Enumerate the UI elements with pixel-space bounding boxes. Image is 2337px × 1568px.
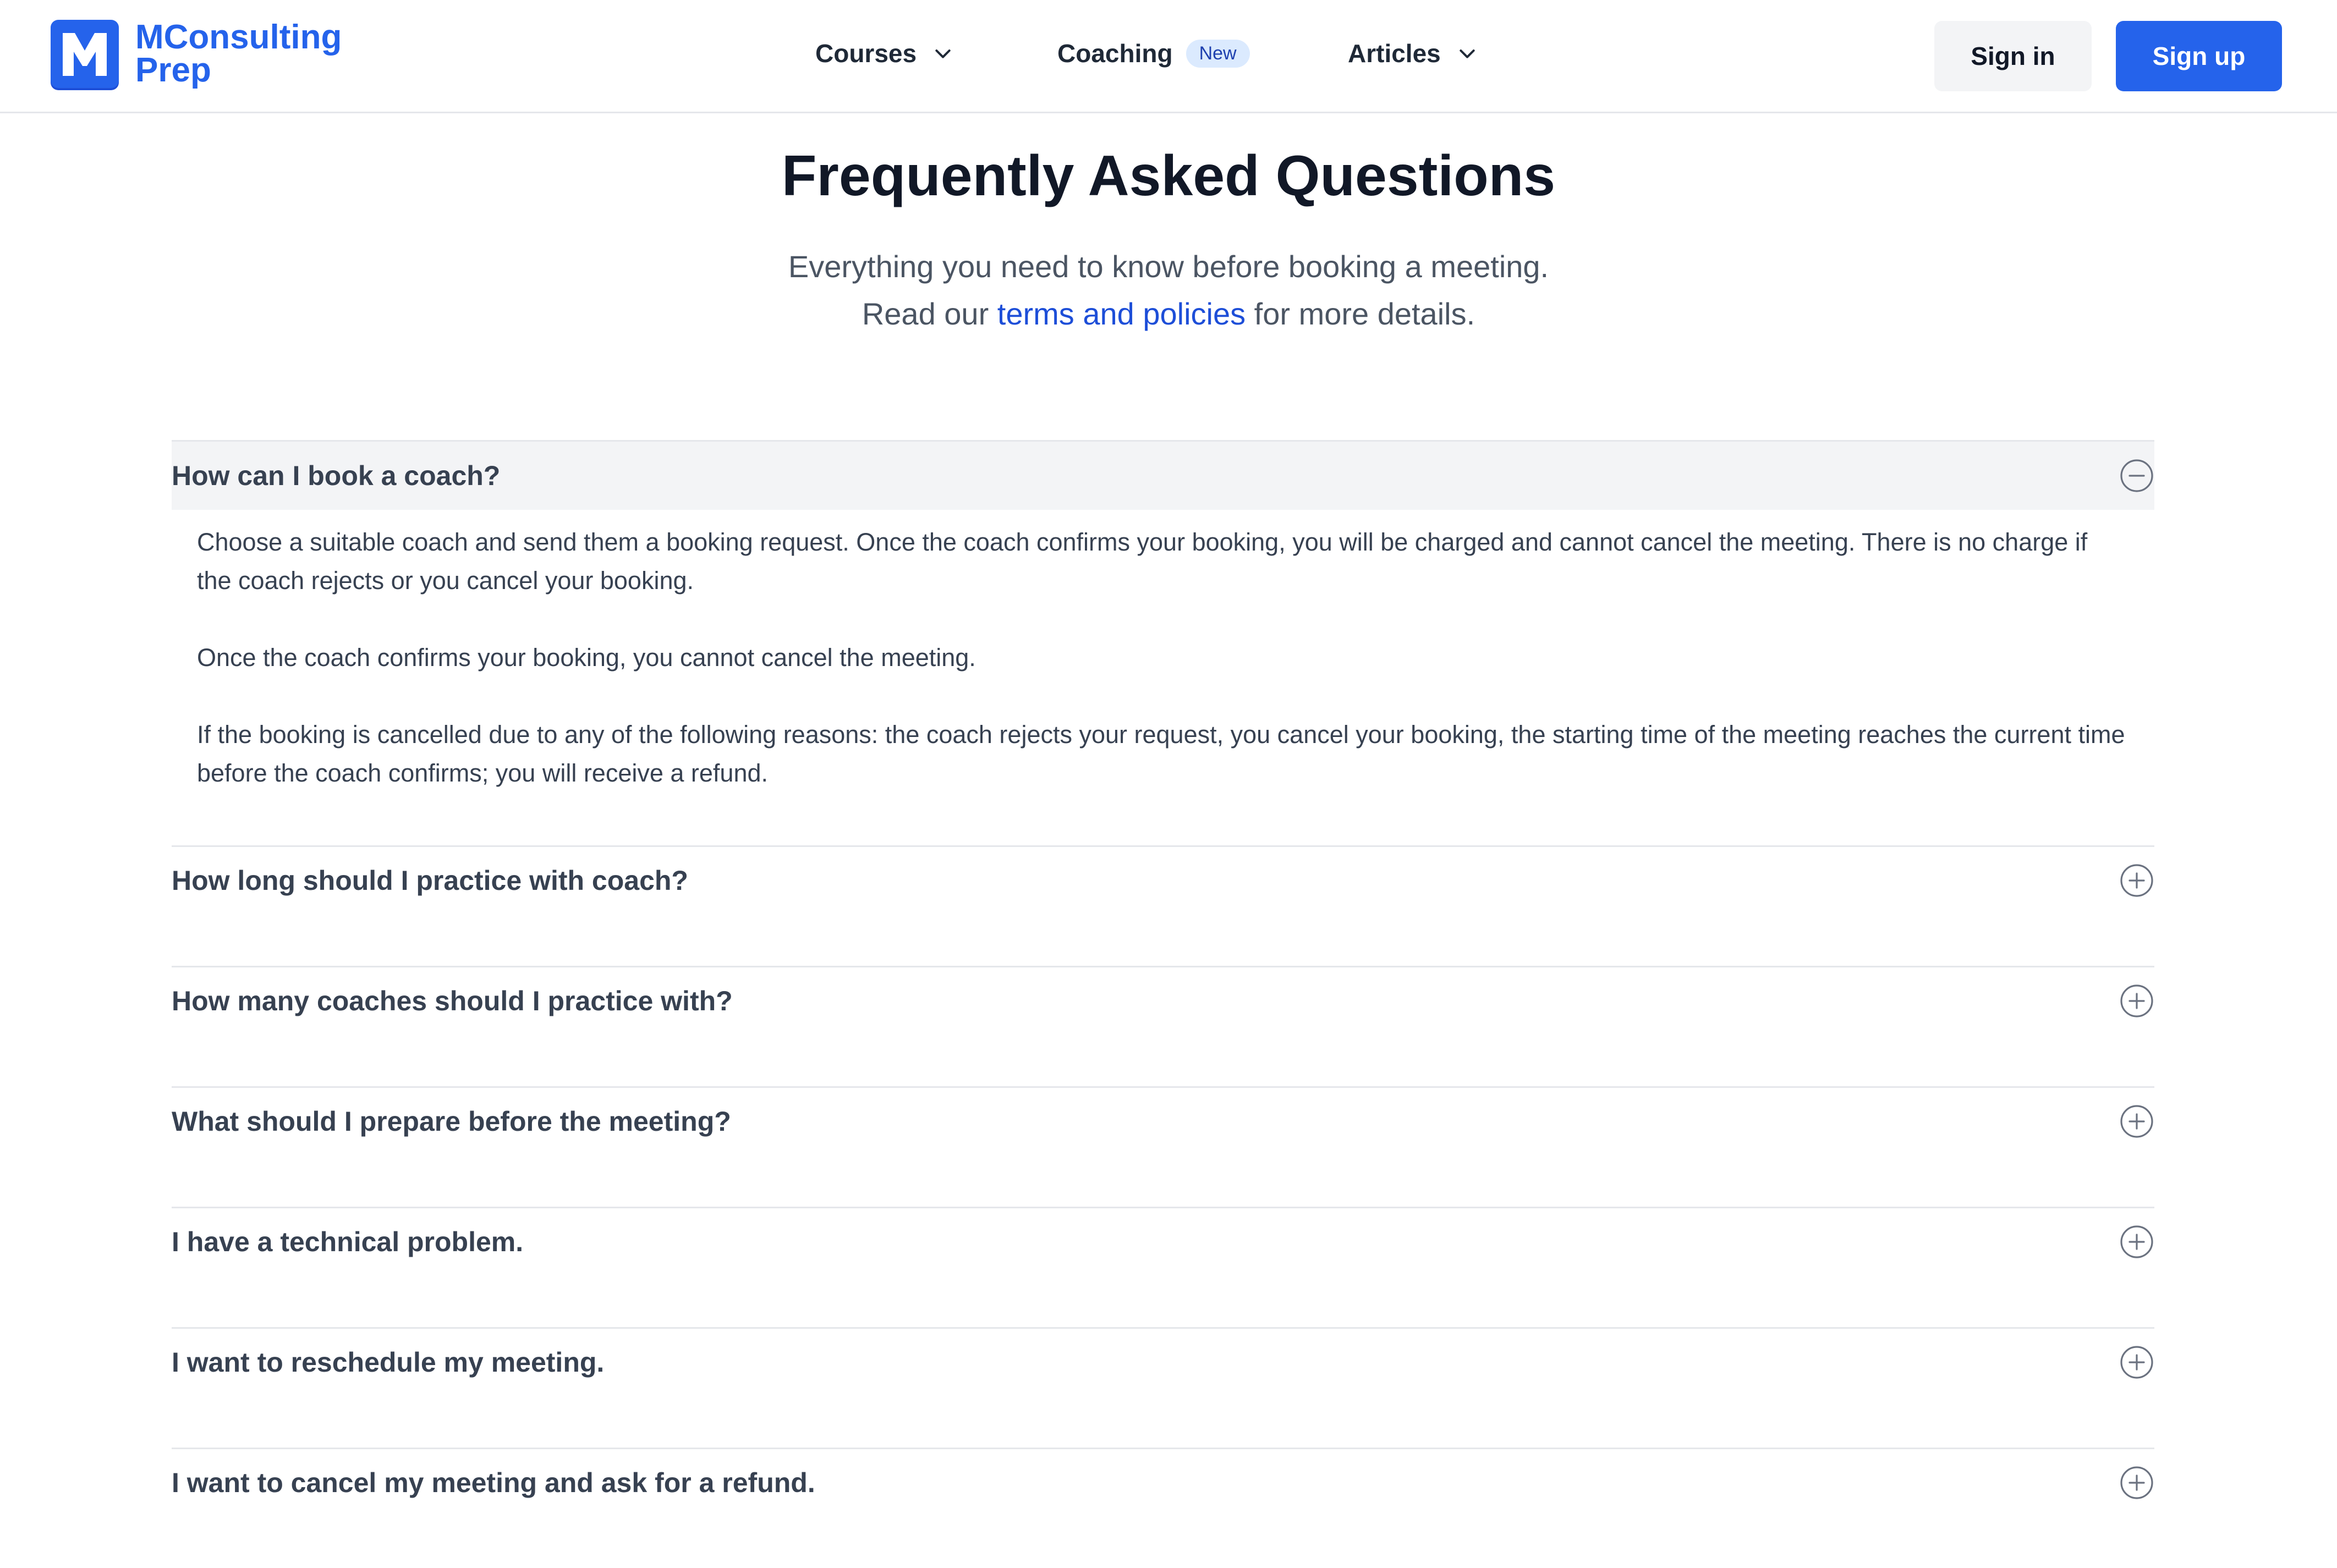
brand-name-line2: Prep xyxy=(135,51,211,89)
subtitle-prefix: Read our xyxy=(862,296,997,331)
chevron-down-icon xyxy=(935,49,951,58)
plus-circle-icon xyxy=(2120,1466,2153,1499)
brand-name-line1: MConsulting xyxy=(135,18,342,56)
faq-question-toggle[interactable]: How long should I practice with coach? xyxy=(172,847,2154,914)
nav-courses[interactable]: Courses xyxy=(815,38,954,68)
faq-question: I want to reschedule my meeting. xyxy=(172,1347,605,1378)
faq-item: I have a technical problem. xyxy=(172,1207,2154,1327)
faq-item: What should I prepare before the meeting… xyxy=(172,1086,2154,1207)
sign-up-button[interactable]: Sign up xyxy=(2116,21,2282,91)
nav-coaching-label: Coaching xyxy=(1057,39,1173,68)
faq-answer-paragraph: Choose a suitable coach and send them a … xyxy=(197,528,2088,595)
plus-circle-icon xyxy=(2120,1105,2153,1138)
new-badge: New xyxy=(1186,39,1250,68)
faq-item: I want to cancel my meeting and ask for … xyxy=(172,1448,2154,1568)
faq-answer-paragraph: If the booking is cancelled due to any o… xyxy=(197,720,2125,787)
page-title: Frequently Asked Questions xyxy=(781,144,1556,208)
plus-circle-icon xyxy=(2120,1225,2153,1258)
faq-question: How many coaches should I practice with? xyxy=(172,986,733,1016)
faq-item: How long should I practice with coach? xyxy=(172,845,2154,966)
terms-and-policies-link[interactable]: terms and policies xyxy=(997,296,1246,331)
plus-circle-icon xyxy=(2120,984,2153,1017)
faq-question: How can I book a coach? xyxy=(172,460,501,491)
faq-question-toggle[interactable]: I want to cancel my meeting and ask for … xyxy=(172,1449,2154,1516)
plus-circle-icon xyxy=(2120,1346,2153,1379)
minus-circle-icon xyxy=(2120,459,2153,492)
plus-circle-icon xyxy=(2120,864,2153,897)
faq-answer: Choose a suitable coach and send them a … xyxy=(172,510,2154,845)
page-subtitle: Everything you need to know before booki… xyxy=(0,243,2337,338)
faq-question-toggle[interactable]: I have a technical problem. xyxy=(172,1208,2154,1275)
faq-item: How many coaches should I practice with? xyxy=(172,966,2154,1086)
faq-question-toggle[interactable]: How can I book a coach? xyxy=(172,442,2154,510)
nav-courses-label: Courses xyxy=(815,39,917,68)
nav-articles[interactable]: Articles xyxy=(1348,38,1478,68)
logo-m-icon xyxy=(51,20,119,88)
brand-name: MConsulting Prep xyxy=(135,18,342,89)
faq-question-toggle[interactable]: I want to reschedule my meeting. xyxy=(172,1329,2154,1396)
faq-question: I want to cancel my meeting and ask for … xyxy=(172,1467,815,1498)
faq-question-toggle[interactable]: How many coaches should I practice with? xyxy=(172,967,2154,1035)
nav-coaching[interactable]: Coaching New xyxy=(1057,38,1250,68)
subtitle-line2: Read our terms and policies for more det… xyxy=(0,290,2337,338)
subtitle-line1: Everything you need to know before booki… xyxy=(788,249,1549,284)
subtitle-suffix: for more details. xyxy=(1246,296,1475,331)
faq-answer-paragraph: Once the coach confirms your booking, yo… xyxy=(197,643,976,672)
faq-question-toggle[interactable]: What should I prepare before the meeting… xyxy=(172,1088,2154,1155)
nav-articles-label: Articles xyxy=(1348,39,1441,68)
faq-question: How long should I practice with coach? xyxy=(172,865,688,896)
faq-question: What should I prepare before the meeting… xyxy=(172,1106,731,1137)
sign-in-button[interactable]: Sign in xyxy=(1934,21,2092,91)
faq-question: I have a technical problem. xyxy=(172,1226,524,1257)
faq-item: I want to reschedule my meeting. xyxy=(172,1327,2154,1448)
site-header: MConsulting Prep Courses Coaching New Ar… xyxy=(0,0,2337,113)
faq-list: How can I book a coach? Choose a suitabl… xyxy=(172,440,2154,1568)
chevron-down-icon xyxy=(1460,49,1475,58)
faq-item: How can I book a coach? Choose a suitabl… xyxy=(172,440,2154,845)
brand-logo[interactable]: MConsulting Prep xyxy=(51,20,342,88)
